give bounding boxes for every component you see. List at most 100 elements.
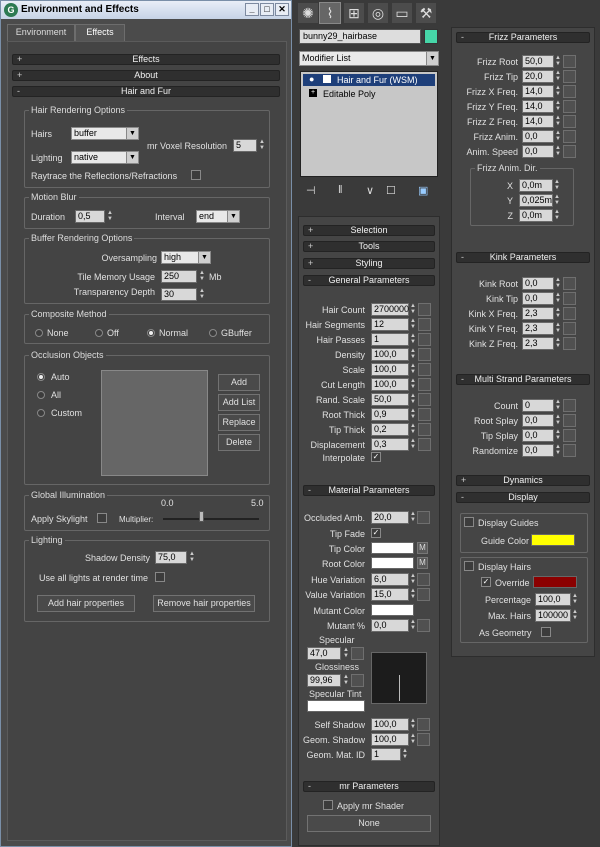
- value-variation-map-button[interactable]: [417, 588, 430, 601]
- tip-color-swatch[interactable]: [371, 542, 414, 554]
- mutant-color-swatch[interactable]: [371, 604, 414, 616]
- interval-select[interactable]: end ▼: [196, 210, 240, 223]
- param-spinner-icon[interactable]: ▲ ▼: [554, 130, 562, 143]
- param-field[interactable]: 2,3: [522, 337, 554, 350]
- param-map-button[interactable]: [563, 145, 576, 158]
- modifier-list-select[interactable]: Modifier List ▼: [299, 51, 439, 66]
- expand-icon[interactable]: [323, 75, 331, 83]
- rollout-hair-and-fur[interactable]: - Hair and Fur: [12, 86, 280, 97]
- param-map-button[interactable]: [418, 303, 431, 316]
- expand-icon[interactable]: +: [309, 89, 317, 97]
- as-geometry-checkbox[interactable]: [541, 627, 551, 637]
- delete-button[interactable]: Delete: [218, 434, 260, 451]
- occluded-amb-field[interactable]: 20,0: [371, 511, 409, 524]
- rollout-effects[interactable]: + Effects: [12, 54, 280, 65]
- override-color-swatch[interactable]: [533, 576, 577, 588]
- param-field[interactable]: 0: [522, 399, 554, 412]
- transparency-spinner-icon[interactable]: ▲ ▼: [198, 288, 206, 301]
- occlusion-auto-radio[interactable]: [37, 373, 45, 381]
- composite-normal-radio[interactable]: [147, 329, 155, 337]
- value-variation-field[interactable]: 15,0: [371, 588, 409, 601]
- param-spinner-icon[interactable]: ▲ ▼: [409, 378, 417, 391]
- rollout-about[interactable]: + About: [12, 70, 280, 81]
- make-unique-icon[interactable]: ∨: [366, 184, 374, 197]
- stack-item-editable-poly[interactable]: + Editable Poly: [303, 88, 435, 100]
- param-spinner-icon[interactable]: ▲ ▼: [554, 277, 562, 290]
- param-field[interactable]: 20,0: [522, 70, 554, 83]
- max-hairs-spinner-icon[interactable]: ▲ ▼: [571, 609, 579, 622]
- apply-mr-shader-checkbox[interactable]: [323, 800, 333, 810]
- param-field[interactable]: 0,0: [522, 145, 554, 158]
- restore-button[interactable]: □: [260, 3, 274, 16]
- configure-icon[interactable]: ▣: [418, 184, 428, 197]
- hierarchy-tab[interactable]: ⊞: [343, 2, 365, 24]
- hue-variation-map-button[interactable]: [417, 573, 430, 586]
- bulb-icon[interactable]: ●: [309, 74, 314, 84]
- param-map-button[interactable]: [563, 277, 576, 290]
- param-spinner-icon[interactable]: ▲ ▼: [554, 100, 562, 113]
- hue-variation-field[interactable]: 6,0: [371, 573, 409, 586]
- display-hairs-checkbox[interactable]: [464, 561, 474, 571]
- param-field[interactable]: 14,0: [522, 85, 554, 98]
- root-color-swatch[interactable]: [371, 557, 414, 569]
- param-field[interactable]: 2,3: [522, 322, 554, 335]
- param-spinner-icon[interactable]: ▲ ▼: [409, 408, 417, 421]
- param-map-button[interactable]: [563, 307, 576, 320]
- rollout-styling[interactable]: + Styling: [303, 258, 435, 269]
- specular-field[interactable]: 47,0: [307, 647, 341, 660]
- rollout-material-parameters[interactable]: - Material Parameters: [303, 485, 435, 496]
- shadow-density-spinner-icon[interactable]: ▲ ▼: [188, 551, 196, 564]
- use-all-lights-checkbox[interactable]: [155, 572, 165, 582]
- param-field[interactable]: 0,3: [371, 438, 409, 451]
- param-field[interactable]: 0,0: [522, 444, 554, 457]
- param-field[interactable]: 100,0: [371, 363, 409, 376]
- param-spinner-icon[interactable]: ▲ ▼: [554, 414, 562, 427]
- occlusion-custom-radio[interactable]: [37, 409, 45, 417]
- show-end-icon[interactable]: ‖: [338, 184, 343, 196]
- param-spinner-icon[interactable]: ▲ ▼: [409, 423, 417, 436]
- specular-map-button[interactable]: [351, 647, 364, 660]
- param-spinner-icon[interactable]: ▲ ▼: [554, 322, 562, 335]
- tile-memory-spinner-icon[interactable]: ▲ ▼: [198, 270, 206, 283]
- param-map-button[interactable]: [418, 378, 431, 391]
- rollout-dynamics[interactable]: + Dynamics: [456, 475, 590, 486]
- remove-modifier-icon[interactable]: ☐: [386, 184, 396, 197]
- param-spinner-icon[interactable]: ▲ ▼: [553, 209, 561, 222]
- param-map-button[interactable]: [418, 393, 431, 406]
- param-map-button[interactable]: [563, 100, 576, 113]
- oversampling-select[interactable]: high ▼: [161, 251, 211, 264]
- rollout-tools[interactable]: + Tools: [303, 241, 435, 252]
- rollout-kink-parameters[interactable]: - Kink Parameters: [456, 252, 590, 263]
- self-shadow-spinner-icon[interactable]: ▲ ▼: [409, 718, 417, 731]
- param-spinner-icon[interactable]: ▲ ▼: [554, 429, 562, 442]
- param-spinner-icon[interactable]: ▲ ▼: [409, 303, 417, 316]
- composite-off-radio[interactable]: [95, 329, 103, 337]
- param-spinner-icon[interactable]: ▲ ▼: [409, 318, 417, 331]
- tip-fade-checkbox[interactable]: ✓: [371, 528, 381, 538]
- occluded-amb-map-button[interactable]: [417, 511, 430, 524]
- param-spinner-icon[interactable]: ▲ ▼: [554, 292, 562, 305]
- multiplier-slider-track[interactable]: [163, 518, 259, 520]
- param-field[interactable]: 2,3: [522, 307, 554, 320]
- modify-tab[interactable]: ⌇: [319, 2, 341, 24]
- param-field[interactable]: 0,2: [371, 423, 409, 436]
- stack-item-hair-fur[interactable]: ● Hair and Fur (WSM): [303, 74, 435, 86]
- param-field[interactable]: 1: [371, 333, 409, 346]
- object-color-swatch[interactable]: [424, 29, 438, 44]
- param-map-button[interactable]: [563, 292, 576, 305]
- add-button[interactable]: Add: [218, 374, 260, 391]
- hairs-select[interactable]: buffer ▼: [71, 127, 139, 140]
- percentage-spinner-icon[interactable]: ▲ ▼: [571, 593, 579, 606]
- rollout-multi-strand-parameters[interactable]: - Multi Strand Parameters: [456, 374, 590, 385]
- param-map-button[interactable]: [563, 85, 576, 98]
- add-list-button[interactable]: Add List: [218, 394, 260, 411]
- duration-spinner-icon[interactable]: ▲ ▼: [106, 210, 114, 223]
- self-shadow-map-button[interactable]: [417, 718, 430, 731]
- rollout-mr-parameters[interactable]: - mr Parameters: [303, 781, 435, 792]
- param-spinner-icon[interactable]: ▲ ▼: [409, 438, 417, 451]
- param-spinner-icon[interactable]: ▲ ▼: [409, 333, 417, 346]
- param-map-button[interactable]: [418, 363, 431, 376]
- title-bar[interactable]: G Environment and Effects _ □ ✕: [1, 1, 291, 19]
- param-field[interactable]: 100,0: [371, 348, 409, 361]
- raytrace-checkbox[interactable]: [191, 170, 201, 180]
